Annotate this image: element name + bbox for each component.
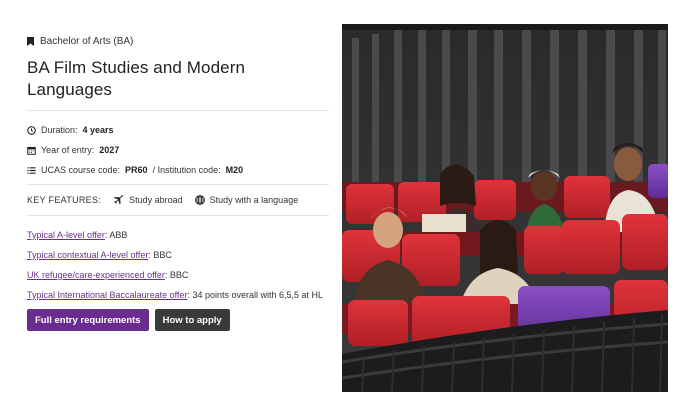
bookmark-icon (27, 36, 34, 46)
degree-type-label: Bachelor of Arts (BA) (40, 35, 134, 47)
ucas-label: UCAS course code: (41, 165, 121, 175)
globe-icon (194, 195, 205, 205)
year-of-entry-row: Year of entry: 2027 (27, 140, 329, 160)
calendar-icon (27, 146, 36, 155)
how-to-apply-button[interactable]: How to apply (154, 309, 230, 331)
plane-icon (114, 195, 124, 205)
key-features-label: KEY FEATURES: (27, 195, 102, 205)
feature-label: Study abroad (129, 195, 183, 205)
divider (27, 110, 329, 111)
course-title: BA Film Studies and Modern Languages (27, 58, 246, 99)
duration-label: Duration: (41, 125, 78, 135)
course-summary: Bachelor of Arts (BA) BA Film Studies an… (27, 34, 329, 331)
feature-study-with-language: Study with a language (194, 195, 299, 205)
ib-offer-link[interactable]: Typical International Baccalaureate offe… (27, 290, 187, 300)
offers-list: Typical A-level offer: ABB Typical conte… (27, 229, 329, 302)
offer-value: : 34 points overall with 6,5,5 at HL (187, 290, 324, 300)
offer-a-level: Typical A-level offer: ABB (27, 229, 329, 242)
offer-value: : BBC (164, 270, 189, 280)
offer-ib: Typical International Baccalaureate offe… (27, 289, 329, 302)
offer-value: : BBC (148, 250, 172, 260)
offer-value: : ABB (104, 230, 128, 240)
degree-type-row: Bachelor of Arts (BA) (27, 34, 329, 48)
duration-value: 4 years (82, 125, 114, 135)
course-meta: Duration: 4 years Year of entry: 2027 UC… (27, 120, 329, 180)
typical-a-level-offer-link[interactable]: Typical A-level offer (27, 230, 105, 240)
key-features: KEY FEATURES: Study abroad Study with a … (27, 185, 329, 215)
divider (27, 215, 329, 216)
cinema-audience-photo (342, 24, 668, 392)
feature-label: Study with a language (209, 195, 299, 205)
entry-value: 2027 (99, 145, 120, 155)
ucas-code-row: UCAS course code: PR60 / Institution cod… (27, 160, 329, 180)
refugee-care-offer-link[interactable]: UK refugee/care-experienced offer (27, 270, 165, 280)
institution-label: / Institution code: (152, 165, 221, 175)
feature-study-abroad: Study abroad (114, 195, 183, 205)
contextual-a-level-offer-link[interactable]: Typical contextual A-level offer (27, 250, 148, 260)
institution-value: M20 (225, 165, 244, 175)
duration-row: Duration: 4 years (27, 120, 329, 140)
list-icon (27, 166, 36, 175)
clock-icon (27, 125, 36, 135)
ucas-value: PR60 (125, 165, 148, 175)
offer-refugee-care: UK refugee/care-experienced offer: BBC (27, 269, 329, 282)
offer-contextual-a-level: Typical contextual A-level offer: BBC (27, 249, 329, 262)
full-entry-requirements-button[interactable]: Full entry requirements (27, 309, 149, 331)
action-buttons: Full entry requirements How to apply (27, 309, 329, 331)
entry-label: Year of entry: (41, 145, 95, 155)
